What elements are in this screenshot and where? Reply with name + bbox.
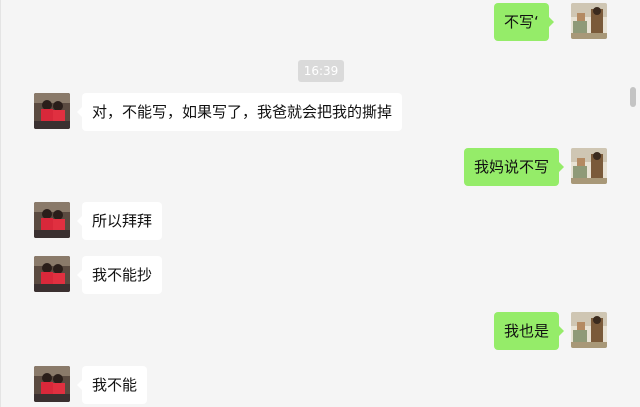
message-bubble-outgoing[interactable]: 我也是 (494, 312, 565, 350)
contact-avatar-icon[interactable] (34, 366, 70, 402)
message-bubble-incoming[interactable]: 所以拜拜 (76, 202, 163, 240)
contact-avatar-icon[interactable] (34, 202, 70, 238)
message-bubble-outgoing[interactable]: 不写‘ (494, 3, 554, 41)
self-avatar-icon[interactable] (571, 3, 607, 39)
contact-avatar-icon[interactable] (34, 93, 70, 129)
message-bubble-incoming[interactable]: 我不能 (76, 366, 148, 404)
contact-avatar-icon[interactable] (34, 256, 70, 292)
message-bubble-outgoing[interactable]: 我妈说不写 (464, 148, 565, 186)
chat-window: 不写‘ 16:39 对，不能写，如果写了，我爸就会把我的撕掉 我妈说不写 所以拜… (0, 0, 640, 407)
message-timestamp: 16:39 (298, 60, 344, 82)
message-bubble-incoming[interactable]: 对，不能写，如果写了，我爸就会把我的撕掉 (76, 93, 403, 131)
self-avatar-icon[interactable] (571, 312, 607, 348)
self-avatar-icon[interactable] (571, 148, 607, 184)
message-bubble-incoming[interactable]: 我不能抄 (76, 256, 163, 294)
scrollbar-thumb[interactable] (630, 87, 636, 107)
